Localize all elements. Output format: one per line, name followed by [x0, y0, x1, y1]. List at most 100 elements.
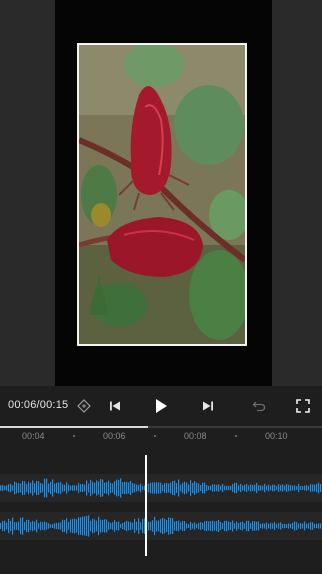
waveform-bar — [216, 484, 218, 492]
waveform-bar — [148, 521, 150, 531]
waveform-bar — [52, 479, 54, 497]
waveform-bar — [90, 479, 92, 497]
waveform-bar — [256, 521, 258, 531]
waveform-bar — [58, 482, 60, 494]
tick-dot — [235, 435, 237, 437]
waveform-bar — [56, 482, 58, 494]
waveform-bar — [4, 520, 6, 532]
waveform-bar — [246, 520, 248, 532]
preview-area — [0, 0, 322, 386]
waveform-bar — [168, 517, 170, 535]
waveform-bar — [250, 523, 252, 529]
waveform-bar — [210, 521, 212, 531]
waveform-bar — [234, 523, 236, 529]
waveform-bar — [136, 521, 138, 531]
waveform-bar — [212, 520, 214, 532]
playhead[interactable] — [145, 455, 147, 556]
waveform-bar — [98, 516, 100, 536]
timeline[interactable]: 00:04 00:06 00:08 00:10 — [0, 426, 322, 574]
waveform-bar — [216, 520, 218, 532]
waveform-bar — [194, 481, 196, 495]
waveform-bar — [110, 522, 112, 530]
waveform-bar — [252, 521, 254, 531]
waveform-bar — [0, 522, 2, 530]
waveform-bar — [170, 482, 172, 494]
waveform-bar — [230, 521, 232, 531]
waveform-bar — [102, 519, 104, 533]
waveform-bar — [80, 517, 82, 535]
waveform-bar — [166, 520, 168, 532]
video-preview-image[interactable] — [77, 43, 247, 346]
waveform-bar — [292, 522, 294, 530]
waveform-bar — [104, 519, 106, 533]
waveform-bar — [142, 518, 144, 534]
waveform-bar — [162, 484, 164, 492]
waveform-bar — [186, 523, 188, 529]
play-button[interactable] — [151, 396, 171, 416]
waveform-bar — [302, 523, 304, 529]
tick-label: 00:08 — [184, 431, 207, 441]
waveform-bar — [220, 485, 222, 491]
waveform-bar — [108, 480, 110, 496]
waveform-bar — [20, 483, 22, 493]
undo-button[interactable] — [249, 396, 269, 416]
waveform-bar — [190, 480, 192, 496]
audio-track-1[interactable] — [0, 474, 322, 502]
waveform-bar — [156, 520, 158, 532]
waveform-bar — [114, 520, 116, 532]
waveform-bar — [314, 523, 316, 529]
waveform-bar — [172, 517, 174, 535]
waveform-bar — [226, 520, 228, 532]
waveform-bar — [162, 517, 164, 535]
waveform-bar — [258, 521, 260, 531]
waveform-bar — [186, 482, 188, 494]
waveform-bar — [154, 482, 156, 494]
waveform-bar — [268, 484, 270, 492]
waveform-bar — [22, 517, 24, 535]
waveform-bar — [72, 518, 74, 534]
waveform-bar — [128, 521, 130, 531]
tick-label: 00:10 — [265, 431, 288, 441]
waveform-bar — [236, 521, 238, 531]
fullscreen-button[interactable] — [293, 396, 313, 416]
waveform-bar — [288, 484, 290, 492]
waveform-bar — [46, 478, 48, 498]
next-button[interactable] — [198, 396, 218, 416]
waveform-bar — [224, 485, 226, 491]
waveform-bar — [166, 482, 168, 494]
waveform-bar — [290, 484, 292, 492]
waveform-bar — [300, 523, 302, 529]
waveform-bar — [200, 484, 202, 492]
waveform-bar — [118, 521, 120, 531]
waveform-bar — [252, 484, 254, 492]
waveform-bar — [304, 521, 306, 531]
waveform-bar — [272, 523, 274, 529]
waveform-bar — [8, 518, 10, 534]
waveform-bar — [184, 481, 186, 495]
waveform-bar — [290, 523, 292, 529]
keyframe-button[interactable] — [74, 396, 94, 416]
waveform-bar — [292, 485, 294, 491]
waveform-bar — [16, 522, 18, 530]
waveform-bar — [248, 485, 250, 491]
audio-track-2[interactable] — [0, 512, 322, 540]
waveform-bar — [312, 522, 314, 530]
waveform-bar — [36, 480, 38, 496]
waveform-bar — [78, 483, 80, 493]
waveform-bar — [32, 480, 34, 496]
waveform-bar — [138, 484, 140, 492]
previous-button[interactable] — [105, 396, 125, 416]
waveform-bar — [132, 522, 134, 530]
waveform-bar — [70, 485, 72, 491]
waveform-bar — [264, 483, 266, 493]
waveform-bar — [24, 521, 26, 531]
waveform-bar — [82, 483, 84, 493]
waveform-bar — [112, 483, 114, 493]
waveform-bar — [302, 485, 304, 491]
current-time: 00:06 — [8, 399, 37, 411]
waveform-bar — [316, 523, 318, 529]
waveform-bar — [244, 484, 246, 492]
waveform-bar — [82, 516, 84, 536]
waveform-bar — [28, 519, 30, 533]
waveform-bar — [54, 483, 56, 493]
